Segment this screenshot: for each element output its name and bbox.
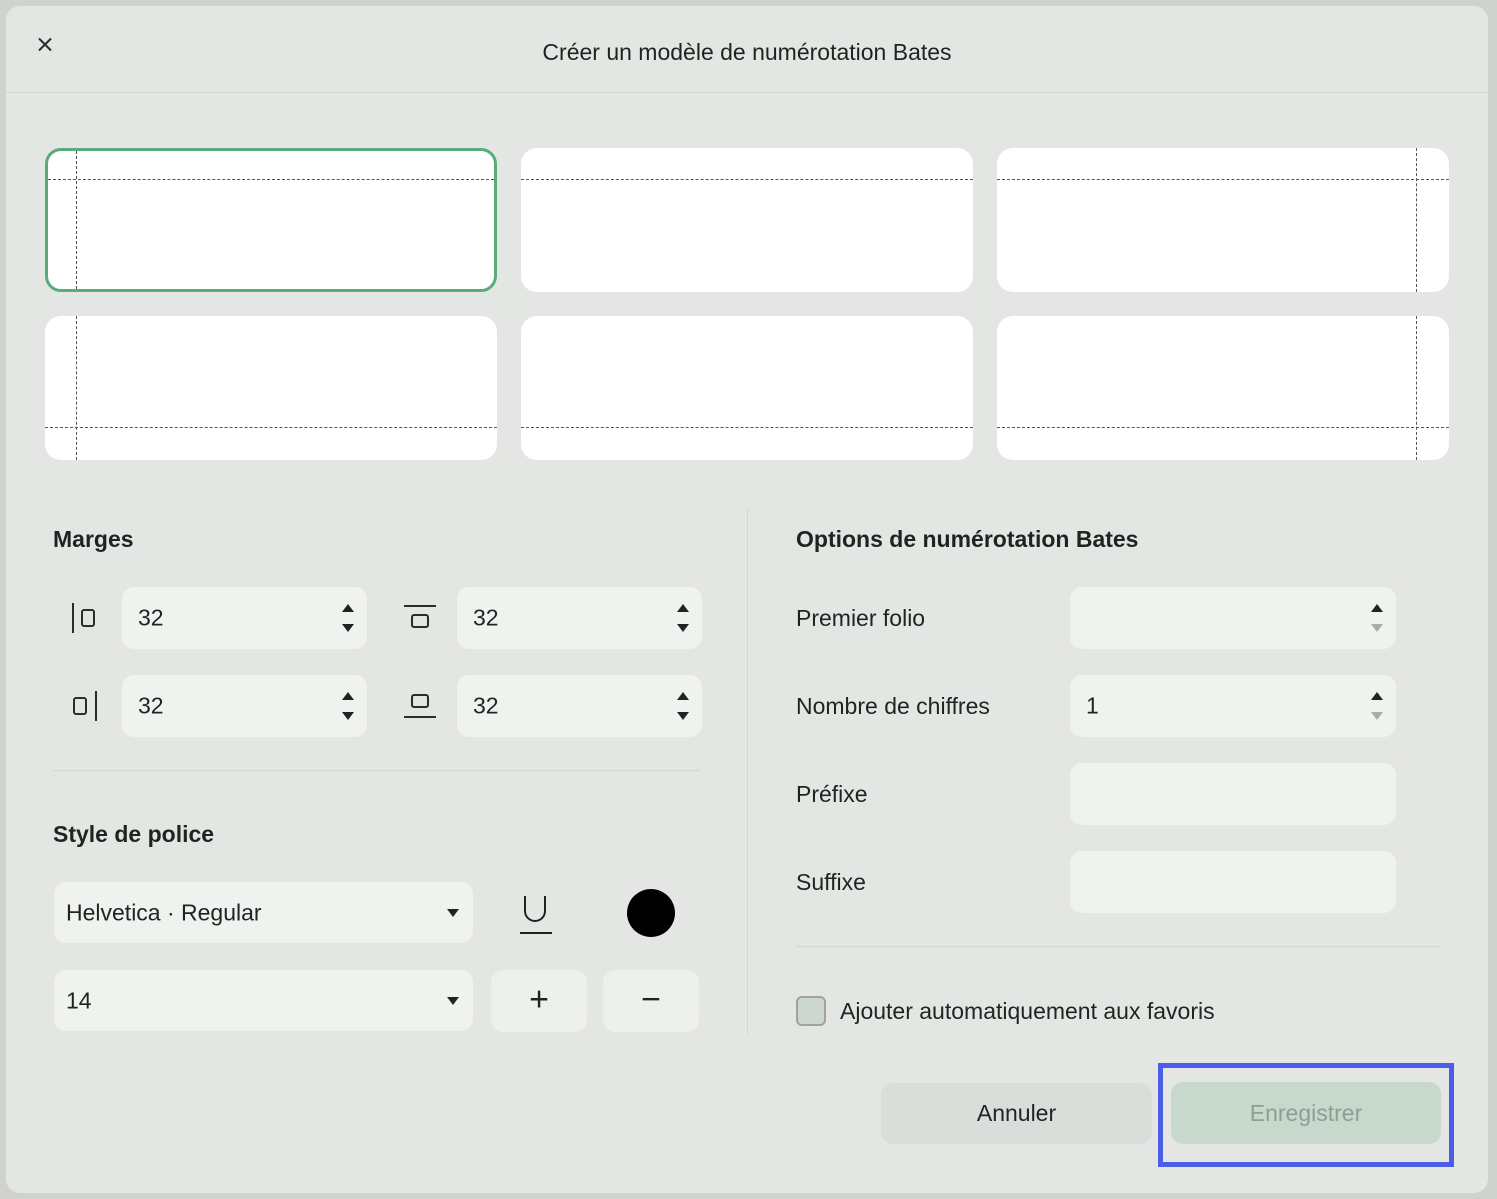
dialog-title: Créer un modèle de numérotation Bates — [542, 39, 952, 65]
font-size-increase-button[interactable]: + — [491, 970, 587, 1032]
prefix-field[interactable] — [1070, 763, 1396, 825]
bates-template-dialog: Créer un modèle de numérotation Bates Ma… — [6, 6, 1488, 1193]
underline-icon — [524, 896, 546, 922]
first-folio-label: Premier folio — [796, 605, 926, 631]
chevron-down-icon — [447, 908, 459, 917]
margin-right-value: 32 — [138, 692, 164, 719]
position-card-bottom-left[interactable] — [45, 316, 497, 460]
margins-divider — [53, 770, 700, 771]
digits-stepper[interactable] — [1370, 686, 1384, 726]
margin-top-stepper[interactable] — [676, 598, 690, 638]
digits-value: 1 — [1086, 692, 1099, 719]
margin-bottom-value: 32 — [473, 692, 499, 719]
cancel-button[interactable]: Annuler — [881, 1083, 1152, 1144]
margin-left-stepper[interactable] — [341, 598, 355, 638]
font-style-title: Style de police — [53, 821, 215, 847]
favorites-label[interactable]: Ajouter automatiquement aux favoris — [840, 998, 1215, 1025]
font-color-swatch[interactable] — [627, 889, 675, 937]
margin-bottom-icon — [404, 691, 436, 721]
margin-top-icon — [404, 603, 436, 633]
margin-right-field[interactable]: 32 — [122, 675, 367, 737]
options-divider — [796, 946, 1441, 947]
position-card-bottom-center[interactable] — [521, 316, 973, 460]
position-card-top-center[interactable] — [521, 148, 973, 292]
digits-field[interactable]: 1 — [1070, 675, 1396, 737]
font-size-value: 14 — [66, 987, 92, 1013]
suffix-field[interactable] — [1070, 851, 1396, 913]
position-card-top-left[interactable] — [45, 148, 497, 292]
margins-title: Marges — [53, 526, 134, 552]
position-card-top-right[interactable] — [997, 148, 1449, 292]
dialog-titlebar: Créer un modèle de numérotation Bates — [6, 6, 1488, 93]
margin-top-value: 32 — [473, 604, 499, 631]
margin-bottom-field[interactable]: 32 — [457, 675, 702, 737]
column-divider — [747, 509, 748, 1034]
font-size-decrease-button[interactable]: − — [603, 970, 699, 1032]
margin-left-icon — [70, 603, 100, 633]
minus-icon: − — [641, 980, 661, 1019]
margin-bottom-stepper[interactable] — [676, 686, 690, 726]
suffix-label: Suffixe — [796, 869, 866, 895]
margin-top-field[interactable]: 32 — [457, 587, 702, 649]
font-family-value: Helvetica · Regular — [66, 899, 262, 925]
font-family-select[interactable]: Helvetica · Regular — [54, 882, 473, 943]
margin-left-field[interactable]: 32 — [122, 587, 367, 649]
margin-right-icon — [70, 691, 100, 721]
position-card-bottom-right[interactable] — [997, 316, 1449, 460]
favorites-checkbox[interactable] — [796, 996, 826, 1026]
margin-left-value: 32 — [138, 604, 164, 631]
bates-options-title: Options de numérotation Bates — [796, 526, 1139, 552]
plus-icon: + — [529, 980, 549, 1019]
first-folio-stepper[interactable] — [1370, 598, 1384, 638]
underline-button[interactable] — [520, 888, 560, 944]
prefix-label: Préfixe — [796, 781, 868, 807]
margin-right-stepper[interactable] — [341, 686, 355, 726]
save-button[interactable]: Enregistrer — [1171, 1082, 1441, 1144]
first-folio-field[interactable] — [1070, 587, 1396, 649]
font-size-select[interactable]: 14 — [54, 970, 473, 1031]
digits-label: Nombre de chiffres — [796, 693, 990, 719]
chevron-down-icon — [447, 996, 459, 1005]
